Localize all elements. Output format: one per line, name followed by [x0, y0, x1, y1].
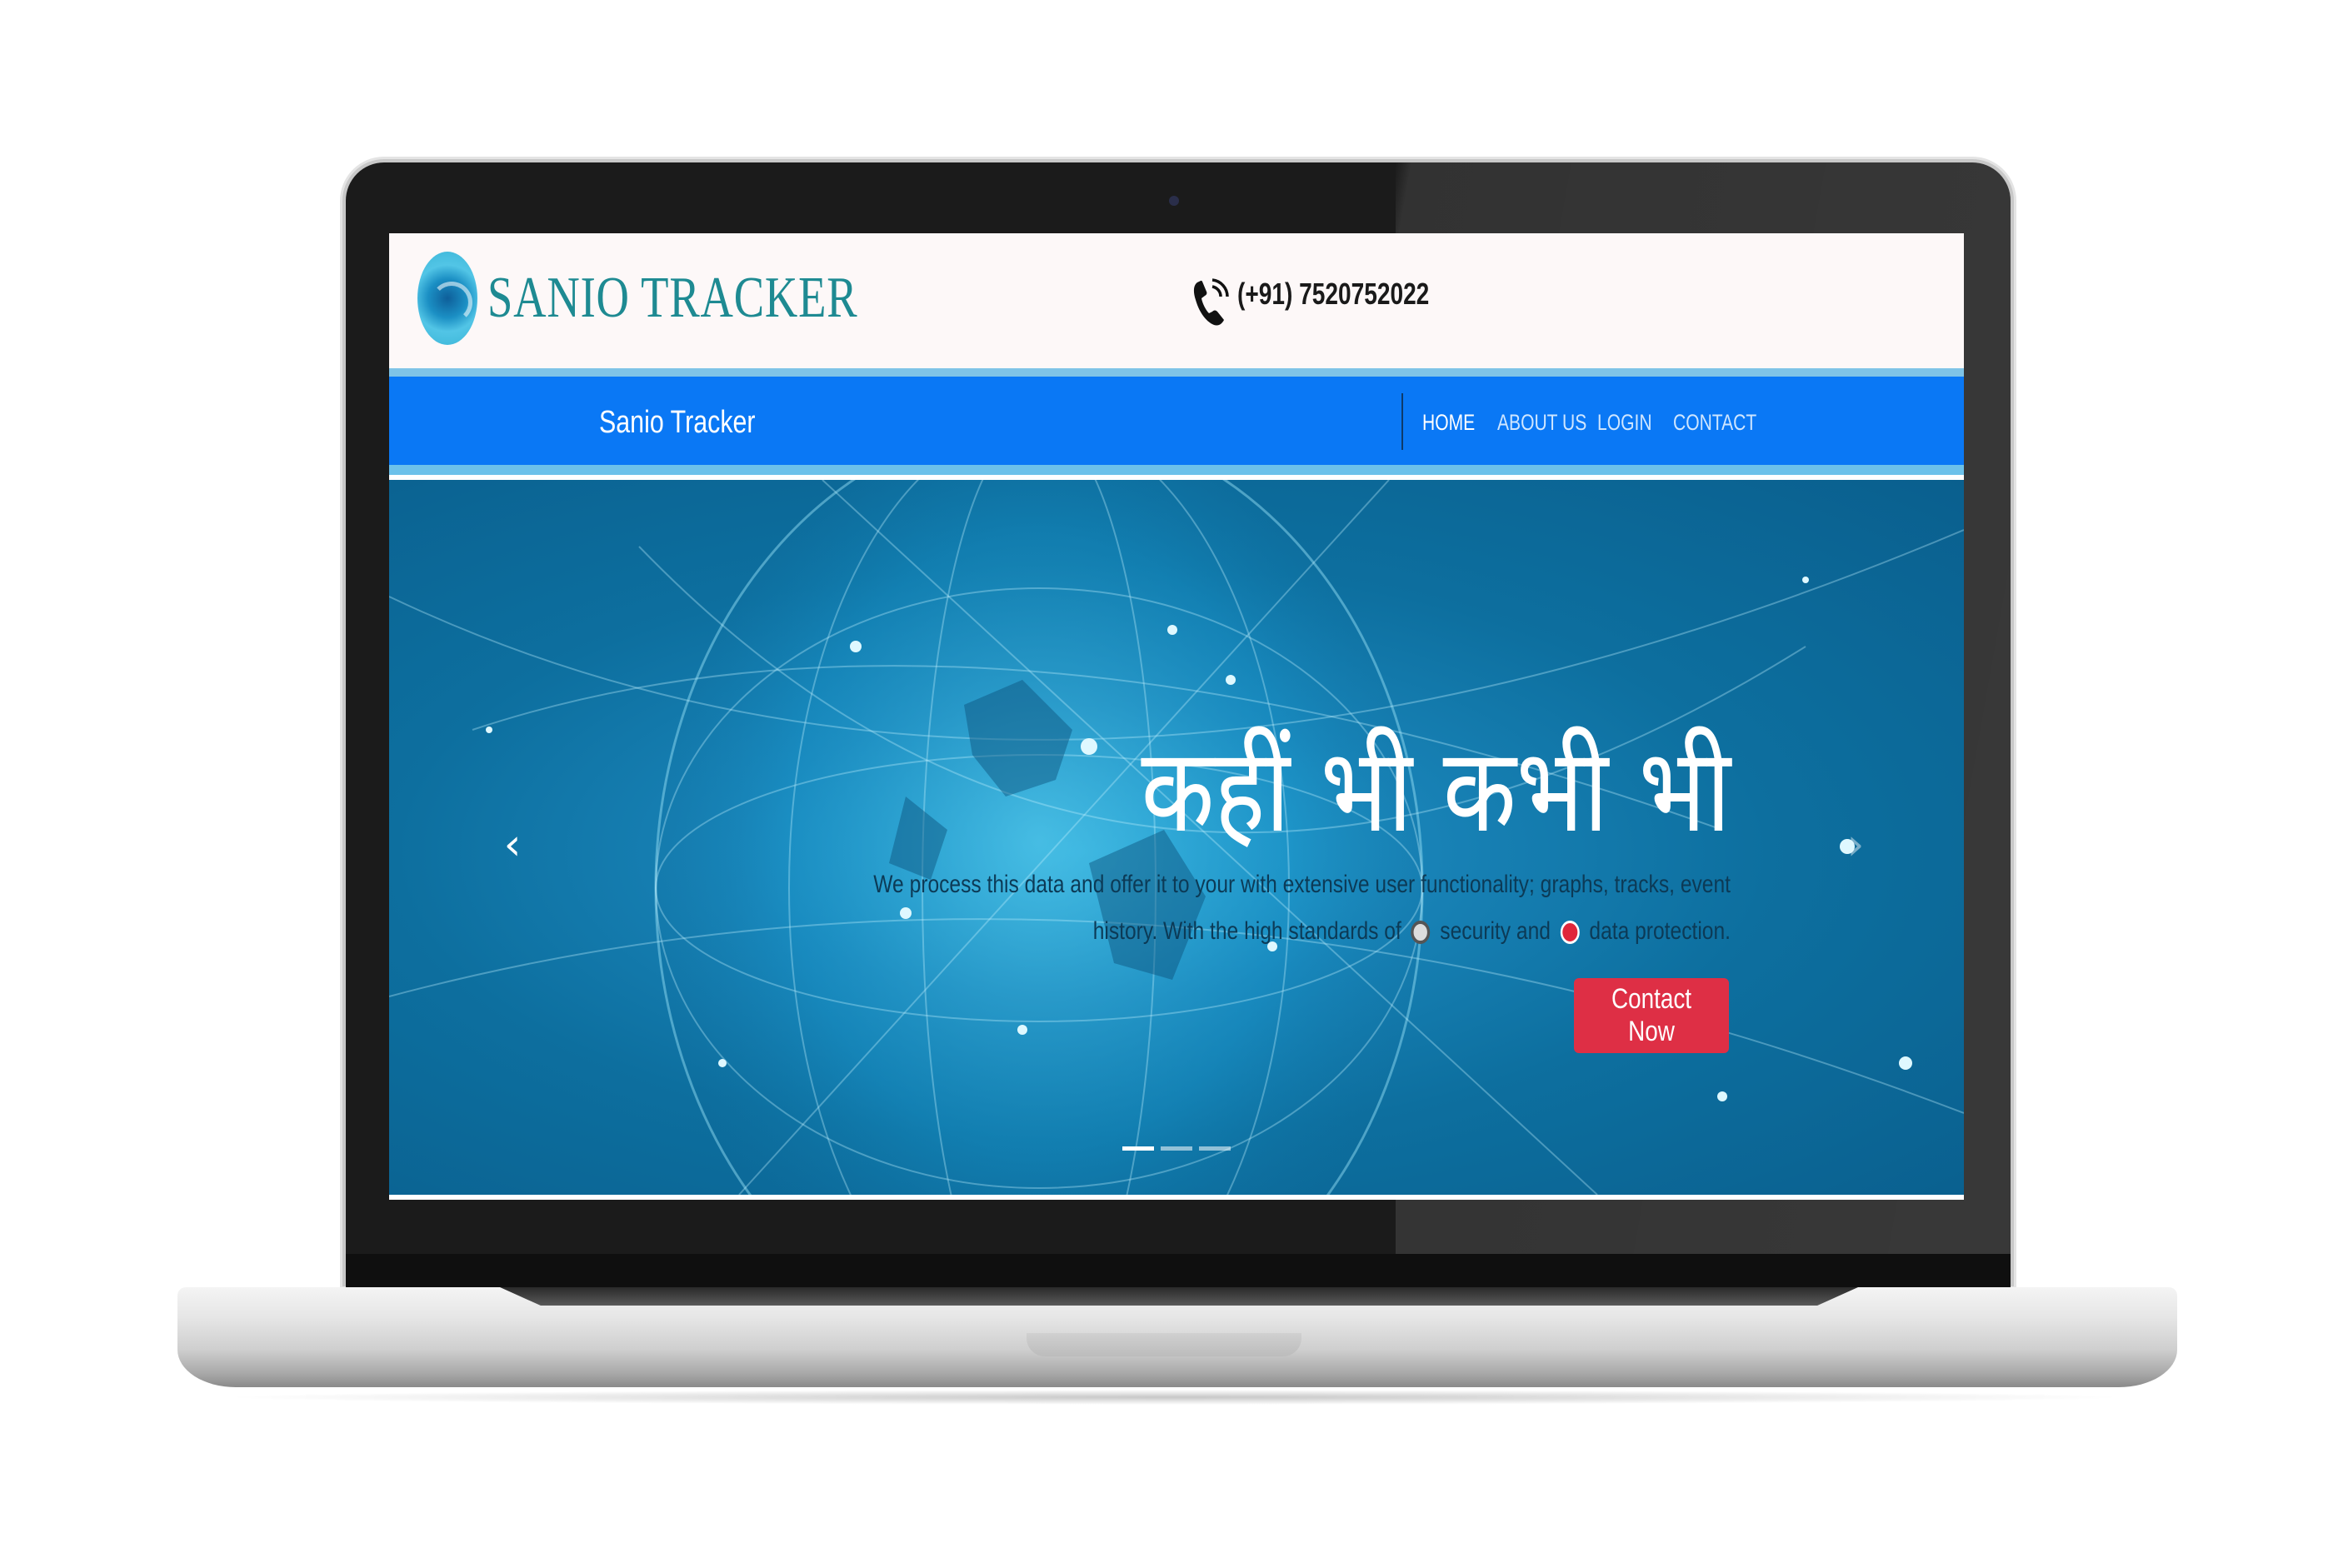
carousel-indicators: [1122, 1146, 1231, 1151]
webcam: [1169, 196, 1179, 206]
nav-link-home[interactable]: HOME: [1422, 410, 1475, 436]
navbar-brand[interactable]: Sanio Tracker: [599, 405, 756, 441]
carousel-indicator[interactable]: [1161, 1146, 1192, 1151]
phone-number[interactable]: (+91) 7520752022: [1237, 277, 1429, 312]
carousel-indicator[interactable]: [1199, 1146, 1231, 1151]
swirl-mark: [431, 282, 472, 323]
nav-divider: [1401, 393, 1403, 450]
keyboard-strip: [500, 1287, 1858, 1306]
base-shadow: [217, 1390, 2133, 1405]
contact-now-button[interactable]: Contact Now: [1574, 978, 1729, 1053]
gear-icon: [1411, 921, 1431, 945]
hero-text-part3: data protection.: [1589, 917, 1731, 945]
nav-link-login[interactable]: LOGIN: [1597, 410, 1652, 436]
carousel-indicator[interactable]: [1122, 1146, 1154, 1151]
hero-text-part2: security and: [1440, 917, 1551, 945]
nav-link-about-us[interactable]: ABOUT US: [1497, 410, 1586, 436]
laptop-chin: [346, 1254, 2011, 1287]
site-header: SANIO TRACKER (+91) 7520752022: [389, 233, 1964, 377]
shield-icon: [1560, 921, 1580, 945]
nav-link-contact[interactable]: CONTACT: [1673, 410, 1756, 436]
trackpad-notch: [1027, 1333, 1301, 1356]
hero-carousel: कहीं भी कभी भी We process this data and …: [389, 480, 1964, 1195]
hero-description: We process this data and offer it to you…: [842, 861, 1731, 955]
hero-bottom-line: [389, 1195, 1964, 1200]
hero-title: कहीं भी कभी भी: [1141, 723, 1731, 859]
carousel-next-button[interactable]: ›: [1839, 820, 1872, 870]
main-navbar: Sanio Tracker HOME ABOUT US LOGIN CONTAC…: [389, 377, 1964, 475]
brand-name[interactable]: SANIO TRACKER: [487, 265, 857, 332]
contact-now-label: Contact Now: [1611, 983, 1692, 1047]
laptop-screen: SANIO TRACKER (+91) 7520752022 Sanio Tra…: [389, 233, 1964, 1200]
phone-ringing-icon: [1193, 278, 1229, 326]
swirl-logo-icon[interactable]: [417, 252, 477, 345]
carousel-prev-button[interactable]: ‹: [496, 820, 529, 870]
